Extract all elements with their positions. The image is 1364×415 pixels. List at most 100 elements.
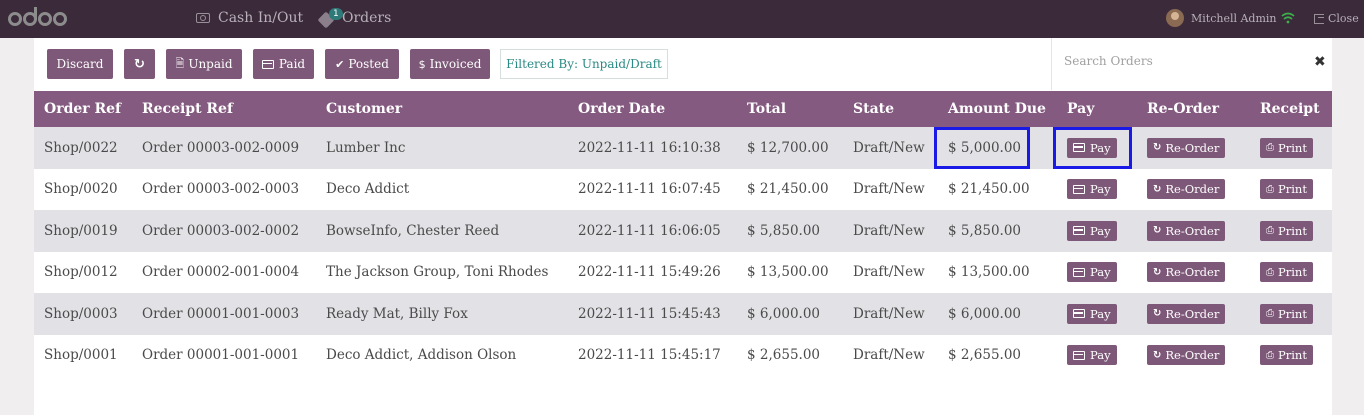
re-order-cell: ↻ Re-Order [1137, 127, 1250, 169]
print-label: Print [1278, 306, 1307, 321]
re-order-button[interactable]: ↻ Re-Order [1147, 345, 1226, 366]
table-row[interactable]: Shop/0022 Order 00003-002-0009 Lumber Inc 2… [34, 127, 1332, 169]
header-re-order: Re-Order [1147, 101, 1219, 117]
total-cell: $ 2,655.00 [747, 347, 820, 364]
cash-in-out-button[interactable]: Cash In/Out [196, 10, 303, 26]
posted-filter-button[interactable]: ✔ Posted [325, 49, 399, 79]
print-button[interactable]: ⎙ Print [1260, 303, 1313, 324]
amount-due-cell: $ 5,850.00 [948, 222, 1021, 239]
state-cell: Draft/New [853, 264, 925, 281]
header-order-ref: Order Ref [44, 101, 122, 117]
orders-count-badge: 1 [329, 8, 343, 20]
orders-label: Orders [342, 10, 392, 26]
pay-cell: Pay [1057, 335, 1137, 377]
customer-cell: Lumber Inc [326, 139, 406, 156]
unpaid-label: Unpaid [188, 57, 233, 71]
dollar-icon: $ [418, 57, 426, 71]
pay-button[interactable]: Pay [1067, 303, 1117, 324]
avatar [1166, 9, 1184, 27]
pay-button[interactable]: Pay [1067, 262, 1117, 283]
customer-cell: The Jackson Group, Toni Rhodes [326, 264, 549, 281]
posted-label: Posted [348, 57, 389, 71]
print-label: Print [1278, 223, 1307, 238]
receipt-cell: ⎙ Print [1250, 210, 1332, 252]
refresh-icon: ↻ [1153, 183, 1162, 195]
print-button[interactable]: ⎙ Print [1260, 345, 1313, 366]
discard-button[interactable]: Discard [47, 49, 113, 79]
discard-label: Discard [56, 57, 104, 71]
re-order-button[interactable]: ↻ Re-Order [1147, 137, 1226, 158]
order-date-cell: 2022-11-11 15:45:17 [578, 347, 721, 364]
user-name: Mitchell Admin [1191, 11, 1277, 25]
total-cell: $ 5,850.00 [747, 222, 820, 239]
re-order-cell: ↻ Re-Order [1137, 252, 1250, 294]
search-input[interactable] [1064, 54, 1294, 68]
header-total: Total [747, 101, 787, 117]
pay-label: Pay [1090, 182, 1111, 197]
print-button[interactable]: ⎙ Print [1260, 262, 1313, 283]
table-row[interactable]: Shop/0003 Order 00001-001-0003 Ready Mat, … [34, 293, 1332, 335]
customer-cell: Deco Addict, Addison Olson [326, 347, 517, 364]
user-menu[interactable]: Mitchell Admin [1166, 9, 1277, 27]
close-button[interactable]: Close [1314, 12, 1359, 25]
table-row[interactable]: Shop/0012 Order 00002-001-0004 The Jackson… [34, 251, 1332, 294]
amount-due-cell: $ 2,655.00 [948, 347, 1021, 364]
order-ref-cell: Shop/0003 [44, 305, 118, 322]
amount-due-cell: $ 6,000.00 [948, 305, 1021, 322]
refresh-icon: ↻ [1153, 349, 1162, 361]
unpaid-filter-button[interactable]: 🗎 Unpaid [166, 49, 242, 79]
refresh-icon: ↻ [1153, 308, 1162, 320]
order-ref-cell: Shop/0019 [44, 222, 118, 239]
table-row[interactable]: Shop/0019 Order 00003-002-0002 BowseInfo, … [34, 210, 1332, 252]
re-order-button[interactable]: ↻ Re-Order [1147, 303, 1226, 324]
re-order-button[interactable]: ↻ Re-Order [1147, 179, 1226, 200]
table-row[interactable]: Shop/0020 Order 00003-002-0003 Deco Addict… [34, 168, 1332, 211]
table-header-row: Order Ref Receipt Ref Customer Order Dat… [34, 91, 1332, 127]
print-label: Print [1278, 348, 1307, 363]
receipt-ref-cell: Order 00003-002-0003 [142, 181, 300, 198]
refresh-button[interactable]: ↻ [124, 49, 155, 79]
receipt-cell: ⎙ Print [1250, 293, 1332, 335]
odoo-logo [8, 7, 68, 30]
header-receipt-ref: Receipt Ref [142, 101, 233, 117]
print-button[interactable]: ⎙ Print [1260, 137, 1313, 158]
re-order-button[interactable]: ↻ Re-Order [1147, 220, 1226, 241]
order-date-cell: 2022-11-11 15:49:26 [578, 264, 721, 281]
re-order-cell: ↻ Re-Order [1137, 169, 1250, 211]
amount-due-cell: $ 13,500.00 [948, 264, 1030, 281]
order-date-cell: 2022-11-11 16:06:05 [578, 222, 721, 239]
clear-search-icon[interactable]: ✖ [1314, 54, 1326, 70]
header-order-date: Order Date [578, 101, 666, 117]
re-order-cell: ↻ Re-Order [1137, 210, 1250, 252]
credit-card-icon [1073, 350, 1085, 360]
pay-button[interactable]: Pay [1067, 179, 1117, 200]
table-row[interactable]: Shop/0001 Order 00001-001-0001 Deco Addict… [34, 334, 1332, 377]
paid-filter-button[interactable]: Paid [253, 49, 314, 79]
state-cell: Draft/New [853, 139, 925, 156]
re-order-button[interactable]: ↻ Re-Order [1147, 262, 1226, 283]
order-ref-cell: Shop/0020 [44, 181, 118, 198]
re-order-label: Re-Order [1165, 265, 1220, 280]
pay-button[interactable]: Pay [1067, 220, 1117, 241]
refresh-icon: ↻ [1153, 225, 1162, 237]
receipt-cell: ⎙ Print [1250, 169, 1332, 211]
orders-table: Order Ref Receipt Ref Customer Order Dat… [34, 91, 1332, 376]
print-button[interactable]: ⎙ Print [1260, 179, 1313, 200]
active-filter-indicator: Filtered By: Unpaid/Draft [500, 49, 668, 79]
print-button[interactable]: ⎙ Print [1260, 220, 1313, 241]
invoiced-filter-button[interactable]: $ Invoiced [410, 49, 490, 79]
state-cell: Draft/New [853, 305, 925, 322]
order-date-cell: 2022-11-11 16:07:45 [578, 181, 721, 198]
filter-label: Filtered By: Unpaid/Draft [506, 57, 662, 71]
print-icon: ⎙ [1266, 183, 1274, 195]
total-cell: $ 6,000.00 [747, 305, 820, 322]
print-icon: ⎙ [1266, 308, 1274, 320]
sign-out-icon [1314, 13, 1324, 24]
total-cell: $ 12,700.00 [747, 139, 829, 156]
receipt-ref-cell: Order 00001-001-0003 [142, 305, 300, 322]
header-state: State [853, 101, 895, 117]
pay-button[interactable]: Pay [1067, 345, 1117, 366]
receipt-cell: ⎙ Print [1250, 127, 1332, 169]
re-order-cell: ↻ Re-Order [1137, 335, 1250, 377]
re-order-label: Re-Order [1165, 306, 1220, 321]
